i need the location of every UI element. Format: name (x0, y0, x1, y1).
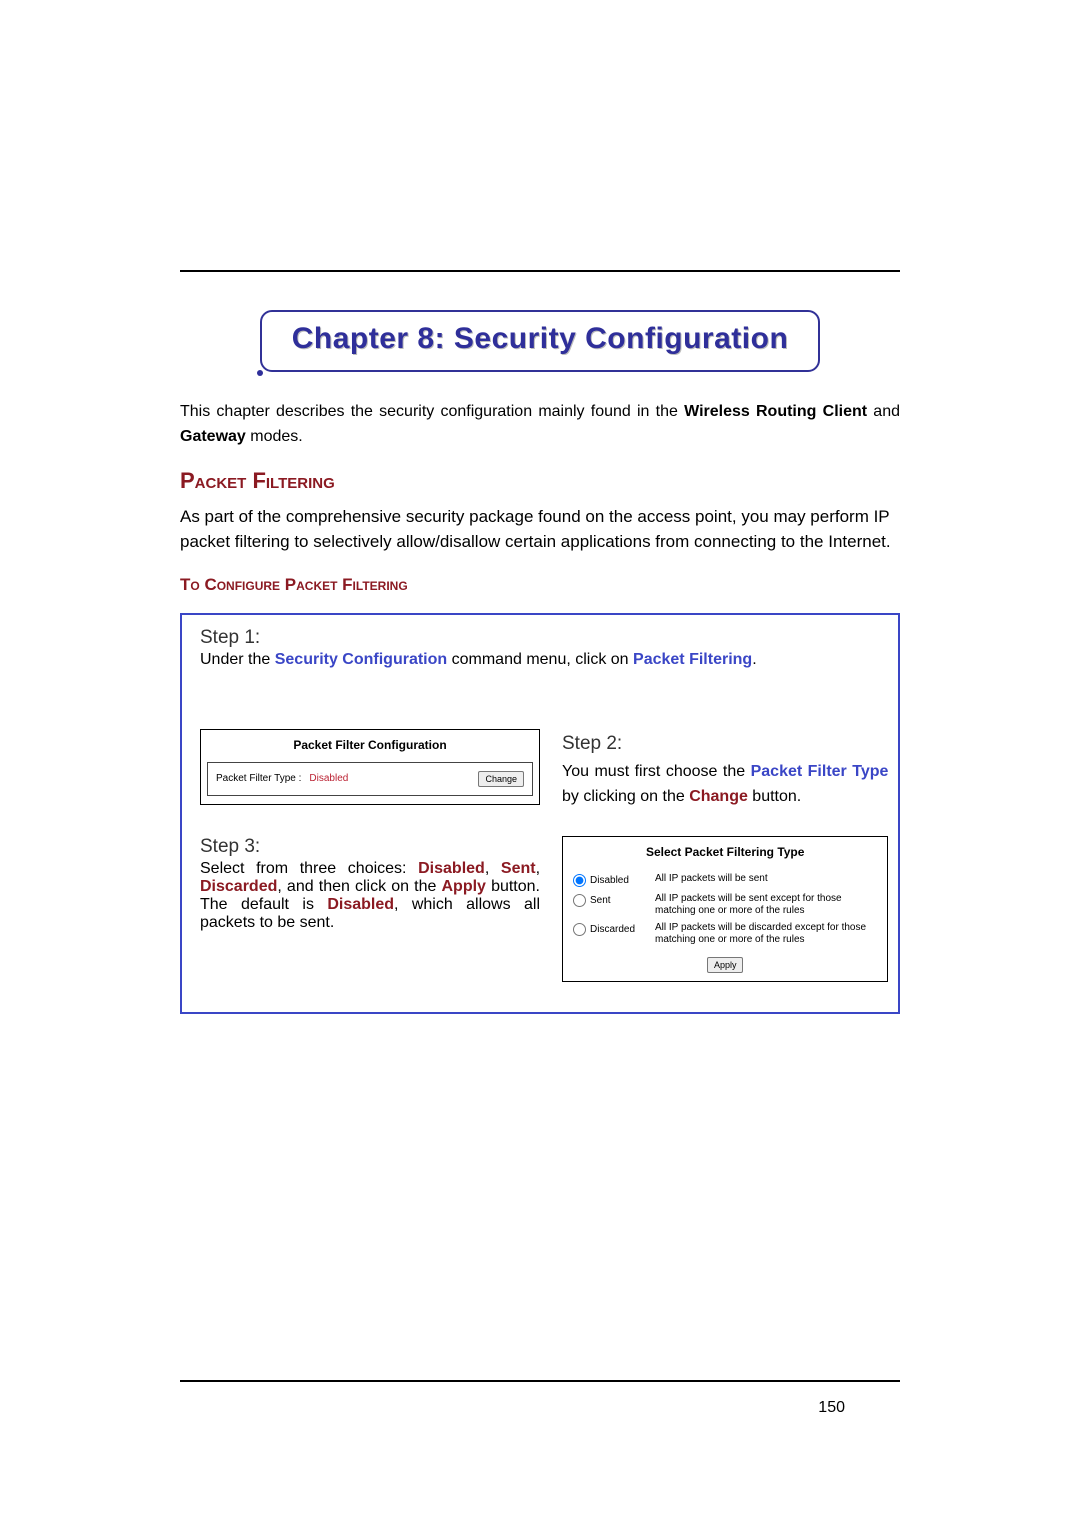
step3-text: Select from three choices: Disabled, Sen… (200, 860, 540, 932)
packet-filter-config-screenshot: Packet Filter Configuration Packet Filte… (200, 729, 540, 805)
apply-button[interactable]: Apply (707, 957, 744, 973)
text: button. (748, 788, 801, 805)
radio-disabled[interactable] (573, 874, 586, 887)
radio-disabled-label[interactable]: Disabled (573, 873, 645, 889)
option-row-discarded: Discarded All IP packets will be discard… (563, 920, 887, 949)
step3-label: Step 3: (200, 836, 540, 858)
radio-discarded-desc: All IP packets will be discarded except … (655, 922, 877, 947)
shot1-field-label: Packet Filter Type : (216, 773, 301, 784)
step1-text: Under the Security Configuration command… (200, 651, 880, 669)
step2-label: Step 2: (562, 729, 888, 758)
chapter-title: Chapter 8: Security Configuration (292, 322, 789, 355)
emph-wireless-routing-client: Wireless Routing Client (684, 403, 867, 420)
text: by clicking on the (562, 788, 689, 805)
shot2-title: Select Packet Filtering Type (563, 837, 887, 872)
steps-box: Step 1: Under the Security Configuration… (180, 613, 900, 1015)
radio-disabled-desc: All IP packets will be sent (655, 873, 877, 886)
field-packet-filter-type: Packet Filter Type (751, 763, 889, 780)
col-step3: Step 3: Select from three choices: Disab… (200, 836, 540, 932)
row-shot1-step2: Packet Filter Configuration Packet Filte… (200, 729, 880, 810)
chapter-intro: This chapter describes the security conf… (180, 400, 900, 450)
text: , (485, 860, 501, 877)
footer-rule (180, 1380, 900, 1382)
select-packet-filtering-type-screenshot: Select Packet Filtering Type Disabled Al… (562, 836, 888, 983)
title-dot (257, 370, 263, 376)
option-discarded: Discarded (200, 878, 277, 895)
step2-text: You must first choose the Packet Filter … (562, 760, 888, 810)
button-name-change: Change (689, 788, 748, 805)
radio-sent-label[interactable]: Sent (573, 893, 645, 909)
radio-sent-desc: All IP packets will be sent except for t… (655, 893, 877, 918)
option-sent: Sent (501, 860, 536, 877)
radio-discarded[interactable] (573, 923, 586, 936)
text: This chapter describes the security conf… (180, 403, 684, 420)
text: Select from three choices: (200, 860, 418, 877)
shot1-body: Packet Filter Type : Disabled Change (207, 762, 533, 796)
menu-packet-filtering: Packet Filtering (633, 651, 752, 668)
radio-sent[interactable] (573, 894, 586, 907)
radio-sent-text: Sent (590, 893, 611, 909)
text: , (536, 860, 540, 877)
option-disabled: Disabled (418, 860, 485, 877)
radio-discarded-label[interactable]: Discarded (573, 922, 645, 938)
text: Under the (200, 651, 275, 668)
change-button[interactable]: Change (478, 771, 524, 787)
text: modes. (246, 428, 303, 445)
apply-row: Apply (563, 957, 887, 974)
header-rule (180, 270, 900, 272)
step1-label: Step 1: (200, 627, 880, 649)
row-step3-shot2: Step 3: Select from three choices: Disab… (200, 836, 880, 983)
text: command menu, click on (447, 651, 633, 668)
option-row-disabled: Disabled All IP packets will be sent (563, 871, 887, 891)
text: . (752, 651, 756, 668)
heading-packet-filtering: Packet Filtering (180, 468, 900, 494)
menu-security-configuration: Security Configuration (275, 651, 447, 668)
text: and (867, 403, 900, 420)
col-shot1: Packet Filter Configuration Packet Filte… (200, 729, 540, 805)
chapter-title-box: Chapter 8: Security Configuration (260, 310, 820, 372)
packet-filtering-paragraph: As part of the comprehensive security pa… (180, 504, 900, 555)
radio-discarded-text: Discarded (590, 922, 635, 938)
col-step2: Step 2: You must first choose the Packet… (562, 729, 888, 810)
shot1-title: Packet Filter Configuration (201, 730, 539, 756)
option-disabled-default: Disabled (327, 896, 394, 913)
text: You must first choose the (562, 763, 751, 780)
option-row-sent: Sent All IP packets will be sent except … (563, 891, 887, 920)
page-number: 150 (818, 1399, 845, 1417)
emph-gateway: Gateway (180, 428, 246, 445)
radio-disabled-text: Disabled (590, 873, 629, 889)
shot1-field-value: Disabled (309, 773, 348, 784)
page: Chapter 8: Security Configuration This c… (0, 0, 1080, 1527)
button-name-apply: Apply (442, 878, 486, 895)
col-shot2: Select Packet Filtering Type Disabled Al… (562, 836, 888, 983)
heading-to-configure: To Configure Packet Filtering (180, 575, 900, 595)
text: , and then click on the (277, 878, 441, 895)
